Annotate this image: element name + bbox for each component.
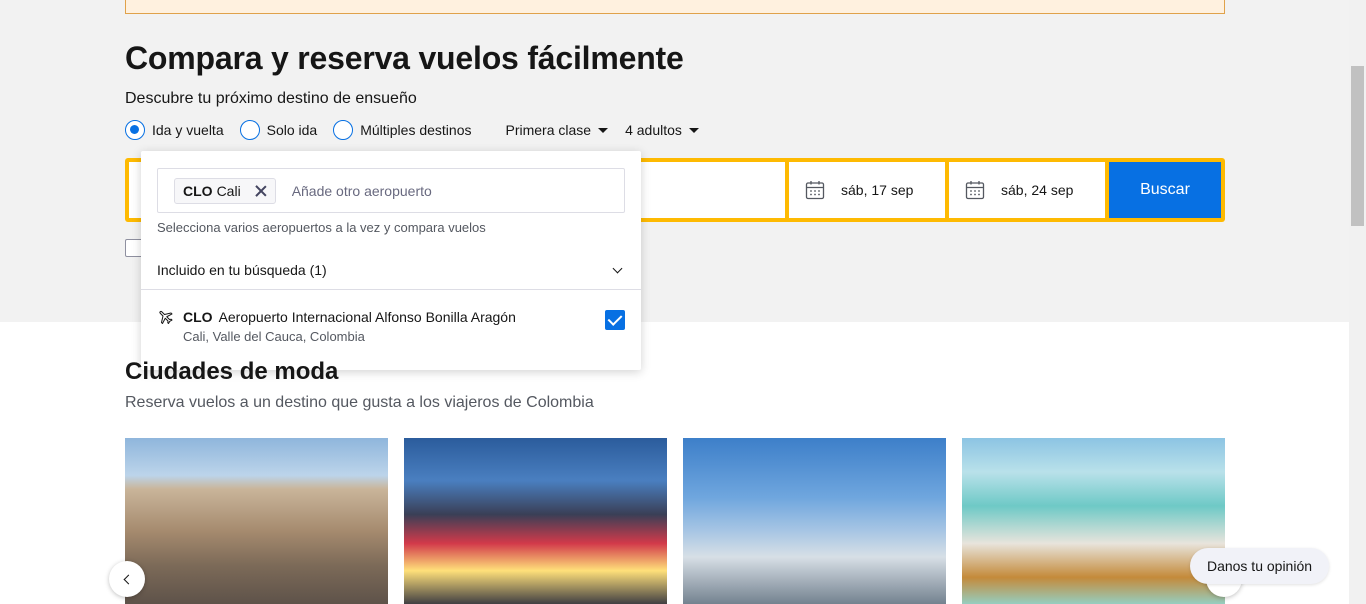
trip-type-round-trip[interactable]: Ida y vuelta	[125, 120, 224, 140]
calendar-icon	[965, 181, 985, 200]
trip-type-label: Solo ida	[266, 122, 318, 138]
carousel-prev-button[interactable]	[109, 561, 145, 597]
airport-option[interactable]: CLO Aeropuerto Internacional Alfonso Boni…	[157, 306, 625, 346]
airport-option-code: CLO	[183, 309, 213, 325]
radio-icon	[239, 120, 260, 140]
multi-airport-helper: Selecciona varios aeropuertos a la vez y…	[157, 220, 486, 235]
origin-airport-popover: CLO Cali Selecciona varios aeropuertos a…	[141, 151, 641, 370]
radio-checked-icon	[125, 120, 145, 140]
chip-airport-code: CLO	[183, 182, 213, 199]
search-button[interactable]: Buscar	[1109, 162, 1221, 218]
travellers-value: 4 adultos	[625, 122, 682, 138]
depart-date-value: sáb, 17 sep	[841, 182, 914, 198]
airport-multi-select-input[interactable]: CLO Cali	[157, 168, 625, 213]
trip-type-label: Múltiples destinos	[360, 122, 472, 138]
calendar-icon	[805, 181, 825, 200]
airport-option-location: Cali, Valle del Cauca, Colombia	[183, 329, 365, 344]
cabin-class-value: Primera clase	[505, 122, 592, 138]
airport-option-name: Aeropuerto Internacional Alfonso Bonilla…	[218, 309, 516, 325]
airport-option-checkbox[interactable]	[605, 310, 625, 330]
caret-down-icon	[598, 127, 609, 133]
trending-subtitle: Reserva vuelos a un destino que gusta a …	[125, 394, 594, 411]
chevron-down-icon	[612, 263, 623, 274]
radio-icon	[333, 120, 354, 140]
remove-chip-icon[interactable]	[255, 185, 267, 197]
included-label: Incluido en tu búsqueda (1)	[157, 262, 327, 278]
caret-down-icon	[688, 127, 699, 133]
destination-card-image[interactable]	[404, 438, 667, 604]
trip-type-selector: Ida y vuelta Solo ida Múltiples destinos…	[125, 119, 699, 141]
add-airport-input[interactable]	[291, 182, 492, 199]
trip-type-one-way[interactable]: Solo ida	[239, 120, 318, 140]
destination-card-image[interactable]	[683, 438, 946, 604]
selected-airport-chip: CLO Cali	[174, 177, 276, 204]
destination-card-image[interactable]	[962, 438, 1225, 604]
trip-type-multi-city[interactable]: Múltiples destinos	[333, 120, 471, 140]
cabin-class-dropdown[interactable]: Primera clase	[505, 122, 609, 138]
included-in-search-toggle[interactable]: Incluido en tu búsqueda (1)	[141, 251, 641, 290]
page-subtitle: Descubre tu próximo destino de ensueño	[125, 90, 417, 107]
return-date-value: sáb, 24 sep	[1001, 182, 1074, 198]
travellers-dropdown[interactable]: 4 adultos	[625, 122, 699, 138]
feedback-button[interactable]: Danos tu opinión	[1190, 548, 1329, 584]
destination-card-image[interactable]	[125, 438, 388, 604]
alert-banner	[125, 0, 1225, 14]
chevron-left-icon	[123, 574, 134, 584]
page-title: Compara y reserva vuelos fácilmente	[125, 40, 684, 76]
chip-city: Cali	[216, 182, 241, 199]
trending-title: Ciudades de moda	[125, 358, 339, 385]
scrollbar-thumb[interactable]	[1351, 66, 1364, 226]
depart-date-field[interactable]: sáb, 17 sep	[789, 162, 945, 218]
airport-option-title: CLO Aeropuerto Internacional Alfonso Boni…	[183, 309, 516, 325]
return-date-field[interactable]: sáb, 24 sep	[949, 162, 1105, 218]
trip-type-label: Ida y vuelta	[152, 122, 224, 138]
airplane-icon	[159, 310, 173, 325]
